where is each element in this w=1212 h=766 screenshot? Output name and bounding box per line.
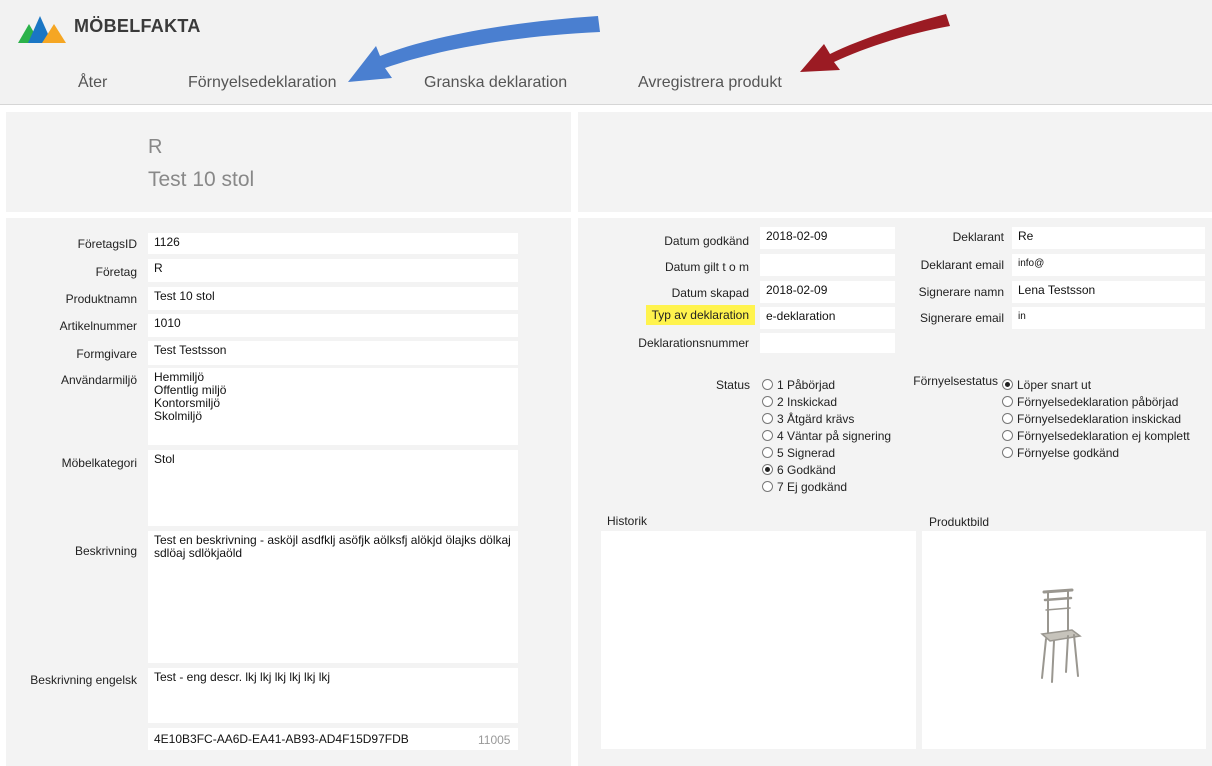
product-image-label: Produktbild <box>929 515 990 529</box>
description-english-label: Beskrivning engelsk <box>30 673 137 687</box>
guid-field: 4E10B3FC-AA6D-EA41-AB93-AD4F15D97FDB <box>148 728 518 750</box>
status-option[interactable]: 4 Väntar på signering <box>762 427 891 444</box>
nav-review-declaration[interactable]: Granska deklaration <box>424 74 567 92</box>
article-number-field[interactable]: 1010 <box>148 314 518 337</box>
valid-until-field[interactable] <box>760 254 895 276</box>
company-id-label: FöretagsID <box>77 237 137 251</box>
renewal-status-option[interactable]: Förnyelsedeklaration ej komplett <box>1002 427 1190 444</box>
radio-button-icon[interactable] <box>762 413 773 424</box>
mobelfakta-logo-icon <box>18 16 66 43</box>
renewal-status-option[interactable]: Förnyelse godkänd <box>1002 444 1190 461</box>
declarant-email-label: Deklarant email <box>920 258 1004 272</box>
declaration-type-label: Typ av deklaration <box>645 305 755 325</box>
status-label: Status <box>715 378 750 392</box>
designer-label: Formgivare <box>76 347 137 361</box>
approved-date-label: Datum godkänd <box>664 234 749 248</box>
signer-name-label: Signerare namn <box>918 285 1004 299</box>
chair-image <box>1040 588 1082 683</box>
declarant-field[interactable]: Re <box>1012 227 1205 249</box>
product-name-field[interactable]: Test 10 stol <box>148 287 518 310</box>
radio-button-icon[interactable] <box>762 430 773 441</box>
description-label: Beskrivning <box>74 544 137 558</box>
nav-back[interactable]: Åter <box>78 74 107 92</box>
product-name-label: Produktnamn <box>65 292 137 306</box>
status-option-label: 4 Väntar på signering <box>777 428 892 443</box>
renewal-status-radio-group: Löper snart ut Förnyelsedeklaration påbör… <box>1002 376 1190 461</box>
user-environment-label: Användarmiljö <box>60 373 137 387</box>
signer-email-field[interactable]: in <box>1012 307 1205 329</box>
nav-deregister-product[interactable]: Avregistrera produkt <box>638 74 782 92</box>
renewal-status-option-label: Förnyelse godkänd <box>1017 445 1120 460</box>
declarant-email-field[interactable]: info@ <box>1012 254 1205 276</box>
company-id-field[interactable]: 1126 <box>148 233 518 254</box>
title-right-panel <box>578 112 1212 212</box>
radio-button-icon[interactable] <box>762 396 773 407</box>
radio-button-icon[interactable] <box>1002 430 1013 441</box>
radio-button-icon[interactable] <box>762 481 773 492</box>
nav-renewal-declaration[interactable]: Förnyelsedeklaration <box>188 74 337 92</box>
renewal-status-option-label: Förnyelsedeklaration inskickad <box>1017 411 1182 426</box>
status-option-label: 1 Påbörjad <box>777 377 836 392</box>
renewal-status-label: Förnyelsestatus <box>913 374 998 388</box>
radio-button-icon[interactable] <box>762 447 773 458</box>
status-option-label: 6 Godkänd <box>777 462 836 477</box>
radio-button-icon[interactable] <box>762 464 773 475</box>
renewal-status-option-label: Löper snart ut <box>1017 377 1092 392</box>
company-label: Företag <box>95 265 137 279</box>
user-environment-field[interactable]: Hemmiljö Offentlig miljö Kontorsmiljö Sk… <box>148 368 518 445</box>
status-option-label: 2 Inskickad <box>777 394 838 409</box>
radio-button-icon[interactable] <box>1002 413 1013 424</box>
article-number-label: Artikelnummer <box>59 319 137 333</box>
radio-button-icon[interactable] <box>762 379 773 390</box>
declarant-label: Deklarant <box>952 230 1004 244</box>
signer-email-label: Signerare email <box>919 311 1004 325</box>
furniture-category-label: Möbelkategori <box>61 456 137 470</box>
renewal-status-option[interactable]: Löper snart ut <box>1002 376 1190 393</box>
status-option-label: 5 Signerad <box>777 445 836 460</box>
valid-until-label: Datum gilt t o m <box>664 260 749 274</box>
renewal-status-option-label: Förnyelsedeklaration påbörjad <box>1017 394 1179 409</box>
status-option[interactable]: 1 Påbörjad <box>762 376 891 393</box>
signer-name-field[interactable]: Lena Testsson <box>1012 281 1205 303</box>
page-title: Test 10 stol <box>148 168 255 191</box>
declaration-type-field[interactable]: e-deklaration <box>760 307 895 329</box>
status-option[interactable]: 3 Åtgärd krävs <box>762 410 891 427</box>
company-field[interactable]: R <box>148 259 518 282</box>
renewal-status-option[interactable]: Förnyelsedeklaration påbörjad <box>1002 393 1190 410</box>
brand-name: MÖBELFAKTA <box>74 16 201 36</box>
approved-date-field[interactable]: 2018-02-09 <box>760 227 895 249</box>
status-radio-group: 1 Påbörjad 2 Inskickad 3 Åtgärd krävs 4 Vän… <box>762 376 891 495</box>
furniture-category-field[interactable]: Stol <box>148 450 518 526</box>
status-option[interactable]: 2 Inskickad <box>762 393 891 410</box>
status-option[interactable]: 7 Ej godkänd <box>762 478 891 495</box>
record-number: 11005 <box>478 733 511 747</box>
radio-button-icon[interactable] <box>1002 379 1013 390</box>
designer-field[interactable]: Test Testsson <box>148 341 518 365</box>
history-label: Historik <box>607 514 648 528</box>
radio-button-icon[interactable] <box>1002 447 1013 458</box>
status-option[interactable]: 6 Godkänd <box>762 461 891 478</box>
status-option[interactable]: 5 Signerad <box>762 444 891 461</box>
radio-button-icon[interactable] <box>1002 396 1013 407</box>
created-date-field[interactable]: 2018-02-09 <box>760 281 895 303</box>
declaration-number-label: Deklarationsnummer <box>638 336 749 350</box>
renewal-status-option[interactable]: Förnyelsedeklaration inskickad <box>1002 410 1190 427</box>
status-option-label: 3 Åtgärd krävs <box>777 411 855 426</box>
description-english-field[interactable]: Test - eng descr. lkj lkj lkj lkj lkj lk… <box>148 668 518 723</box>
company-initial: R <box>148 136 163 158</box>
description-field[interactable]: Test en beskrivning - asköjl asdfklj asö… <box>148 531 518 663</box>
renewal-status-option-label: Förnyelsedeklaration ej komplett <box>1017 428 1190 443</box>
created-date-label: Datum skapad <box>671 286 749 300</box>
history-box <box>601 531 916 749</box>
product-image-box <box>922 531 1206 749</box>
declaration-number-field[interactable] <box>760 333 895 353</box>
product-title-panel <box>6 112 571 212</box>
status-option-label: 7 Ej godkänd <box>777 479 848 494</box>
